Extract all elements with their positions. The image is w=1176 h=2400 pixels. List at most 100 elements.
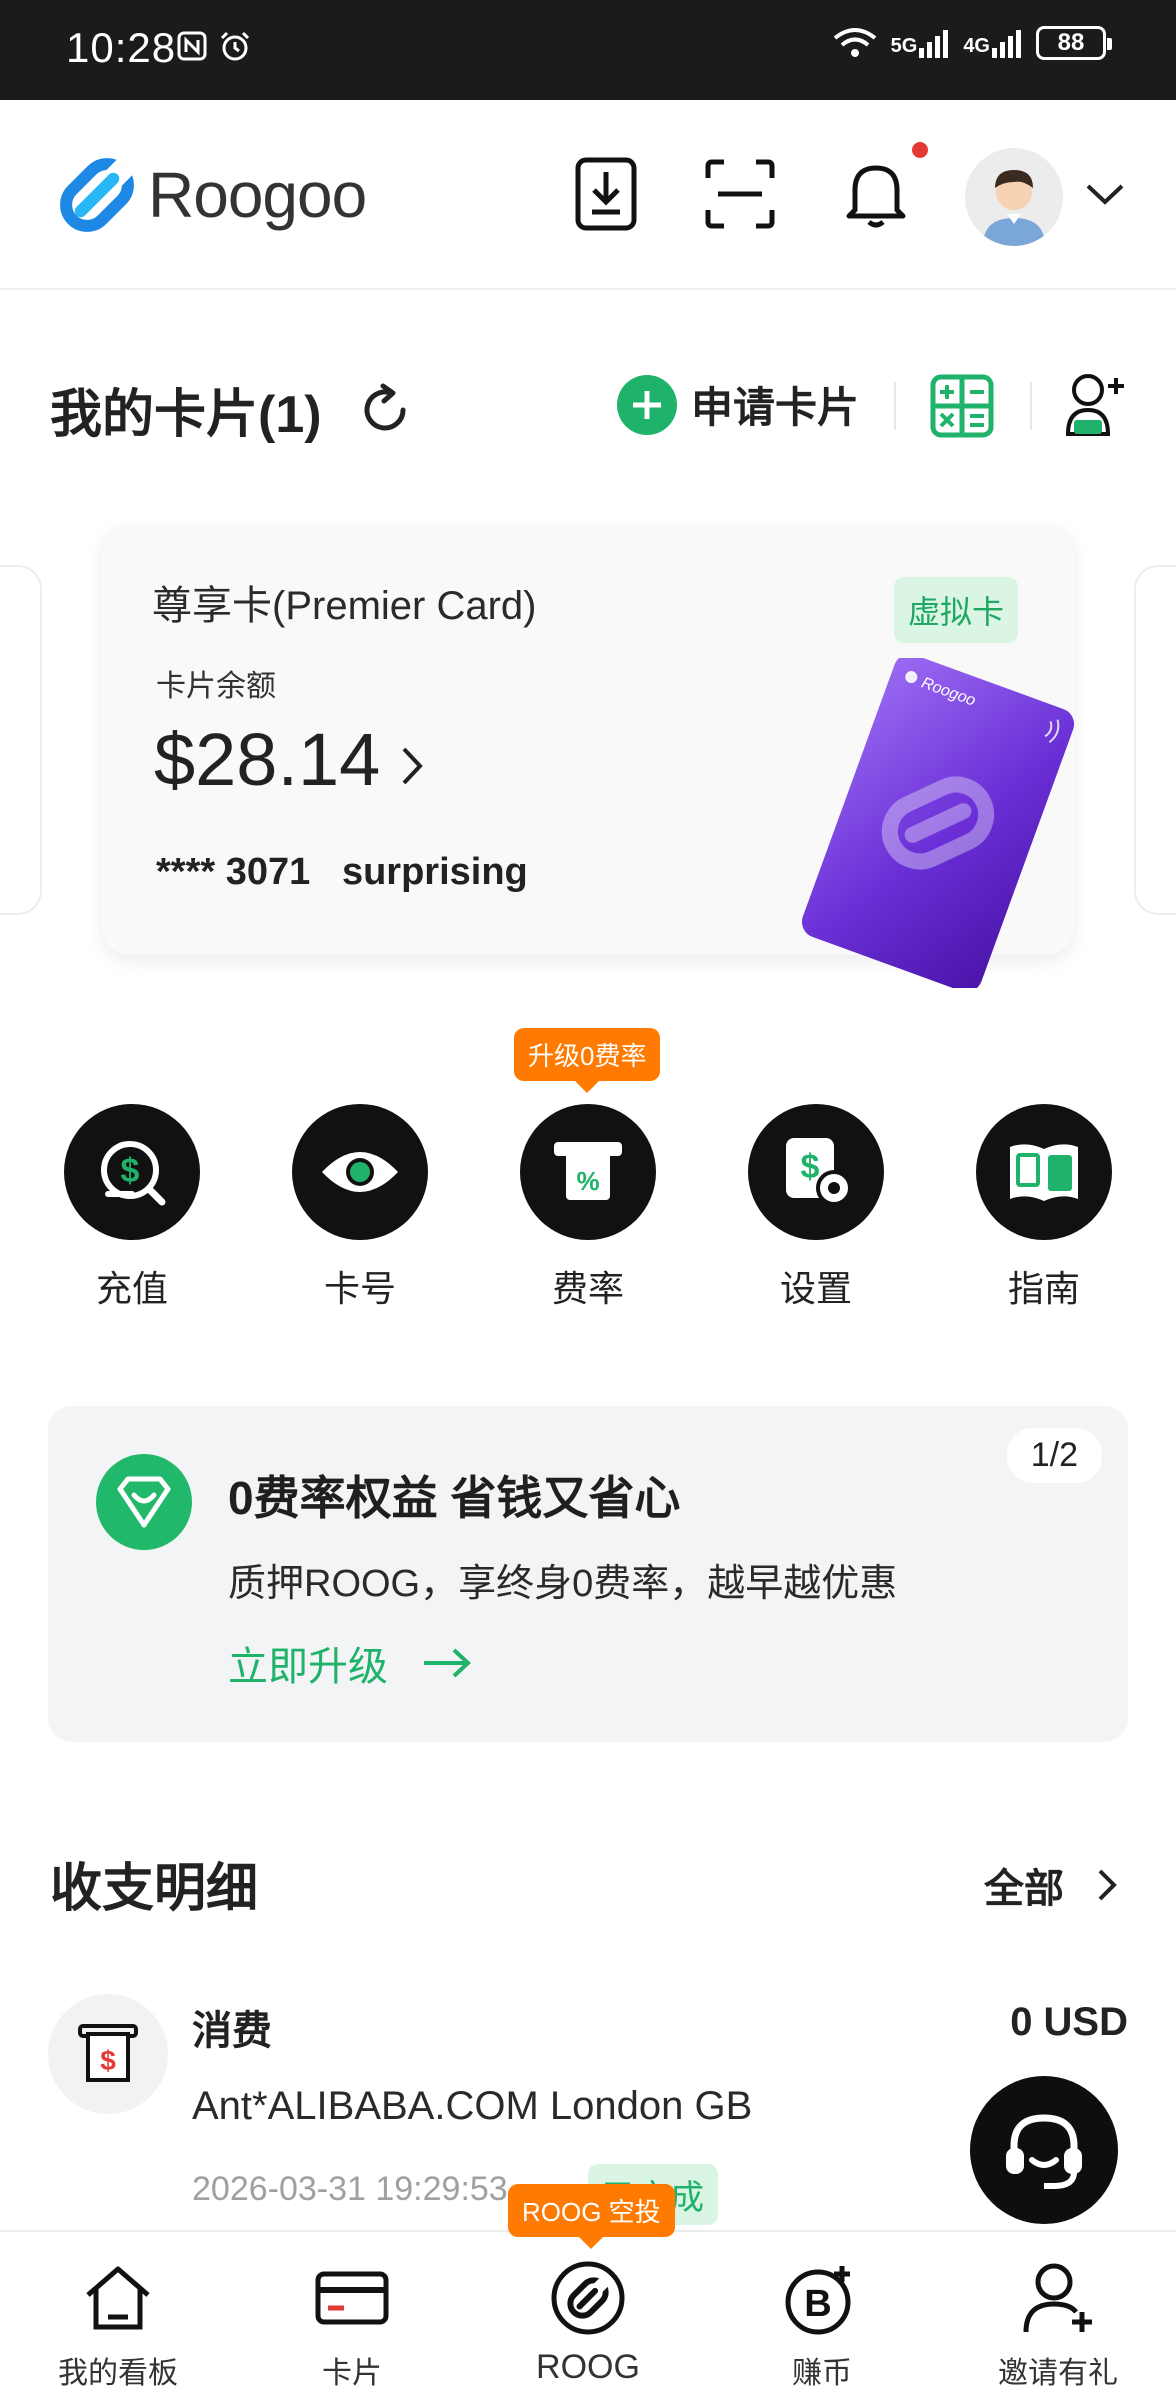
my-cards-header: 我的卡片(1) 申请卡片 xyxy=(0,350,1176,460)
card-balance[interactable]: $28.14 xyxy=(154,717,380,802)
wifi-icon xyxy=(833,28,876,57)
svg-text:$: $ xyxy=(801,1148,820,1186)
fee-percent-icon: % xyxy=(520,1104,656,1240)
promo-pager: 1/2 xyxy=(1006,1428,1102,1483)
my-cards-title: 我的卡片(1) xyxy=(50,386,322,444)
status-right-icons: 5G 4G 88 xyxy=(833,26,1112,60)
brand-logo[interactable]: Roogoo xyxy=(54,152,367,238)
nav-label: 我的看板 xyxy=(58,2357,178,2390)
plus-icon xyxy=(617,374,677,435)
nav-earn[interactable]: B 赚币 xyxy=(722,2258,922,2392)
settings-dollar-gear-icon: $ xyxy=(748,1104,884,1240)
brand-name: Roogoo xyxy=(148,159,367,231)
settings-button[interactable]: $ 设置 xyxy=(748,1104,884,1312)
card-number-row: **** 3071 surprising xyxy=(156,851,528,894)
invite-user-icon xyxy=(1023,2263,1092,2333)
transaction-amount: 0 USD xyxy=(1010,2000,1128,2044)
action-label: 卡号 xyxy=(323,1268,396,1309)
upgrade-tip-badge[interactable]: 升级0费率 xyxy=(514,1028,661,1093)
avatar[interactable] xyxy=(965,148,1063,246)
battery-indicator: 88 xyxy=(1036,26,1112,60)
nav-dashboard[interactable]: 我的看板 xyxy=(18,2258,218,2392)
transaction-merchant: Ant*ALIBABA.COM London GB xyxy=(192,2084,753,2128)
download-phone-icon xyxy=(575,157,637,231)
scan-button[interactable] xyxy=(702,156,778,232)
apply-card-button[interactable]: 申请卡片 xyxy=(617,374,859,435)
recharge-button[interactable]: $ 充值 xyxy=(64,1104,200,1312)
avatar-person-icon xyxy=(965,148,1063,246)
calculator-icon[interactable] xyxy=(930,374,994,438)
status-time: 10:28 xyxy=(66,24,177,71)
svg-text:B: B xyxy=(804,2283,831,2325)
action-label: 充值 xyxy=(95,1268,168,1309)
svg-text:$: $ xyxy=(121,1152,140,1190)
chevron-right-icon[interactable] xyxy=(394,741,430,791)
vip-badge-icon xyxy=(96,1454,192,1550)
apply-card-label: 申请卡片 xyxy=(691,384,860,431)
bell-icon xyxy=(846,165,906,228)
nfc-icon xyxy=(177,31,207,61)
chevron-down-icon[interactable] xyxy=(1082,172,1128,218)
roogoo-logo-icon xyxy=(60,158,134,232)
svg-text:%: % xyxy=(576,1166,599,1196)
notifications-button[interactable] xyxy=(838,156,914,232)
bitcoin-plus-icon: B xyxy=(785,2266,851,2335)
card-number-button[interactable]: 卡号 xyxy=(292,1104,428,1312)
add-cardholder-icon[interactable] xyxy=(1062,370,1128,440)
headset-icon xyxy=(1006,2114,1082,2189)
guide-button[interactable]: 指南 xyxy=(976,1104,1112,1312)
nav-roog[interactable]: ROOG xyxy=(488,2258,688,2387)
nav-invite[interactable]: 邀请有礼 xyxy=(958,2258,1158,2392)
nav-label: 赚币 xyxy=(792,2357,852,2390)
transaction-type: 消费 xyxy=(192,2009,272,2053)
receipt-dollar-icon: $ xyxy=(78,2024,138,2082)
roog-logo-icon xyxy=(551,2261,625,2335)
home-icon xyxy=(86,2266,150,2330)
card-name: 尊享卡(Premier Card) xyxy=(152,584,537,628)
card-icon xyxy=(315,2271,389,2325)
view-all-transactions[interactable]: 全部 xyxy=(984,1856,1120,1914)
previous-card-peek[interactable] xyxy=(0,565,42,915)
virtual-card-badge: 虚拟卡 xyxy=(894,577,1019,643)
customer-service-button[interactable] xyxy=(970,2076,1118,2224)
action-label: 指南 xyxy=(1007,1268,1080,1309)
view-all-label: 全部 xyxy=(984,1867,1064,1911)
fee-rate-button[interactable]: % 费率 xyxy=(520,1104,656,1312)
alarm-icon xyxy=(220,31,250,61)
roog-airdrop-badge[interactable]: ROOG 空投 xyxy=(508,2184,675,2249)
transaction-type-icon: $ xyxy=(48,1994,168,2114)
eye-icon xyxy=(292,1104,428,1240)
nav-label: 邀请有礼 xyxy=(998,2357,1118,2390)
svg-text:$: $ xyxy=(100,2045,116,2076)
transaction-time: 2026-03-31 19:29:53 xyxy=(192,2170,508,2208)
nav-cards[interactable]: 卡片 xyxy=(252,2258,452,2392)
balance-label: 卡片余额 xyxy=(156,670,276,703)
arrow-right-icon xyxy=(424,1648,471,1678)
divider xyxy=(1030,382,1032,430)
app-header: Roogoo xyxy=(0,100,1176,290)
next-card-peek[interactable] xyxy=(1134,565,1176,915)
bottom-navigation: 我的看板 卡片 ROOG B 赚币 邀请有礼 xyxy=(0,2230,1176,2400)
signal-5g: 5G xyxy=(891,28,950,58)
download-app-button[interactable] xyxy=(568,156,644,232)
promo-description: 质押ROOG，享终身0费率，越早越优惠 xyxy=(228,1563,898,1605)
action-label: 费率 xyxy=(551,1268,624,1309)
action-label: 设置 xyxy=(779,1268,852,1309)
upgrade-now-link[interactable]: 立即升级 xyxy=(228,1634,472,1692)
refresh-icon[interactable] xyxy=(355,380,415,440)
card-image: Roogoo xyxy=(798,654,1078,993)
nav-label: ROOG xyxy=(536,2348,640,2386)
recharge-dollar-icon: $ xyxy=(64,1104,200,1240)
promo-banner[interactable]: 0费率权益 省钱又省心 质押ROOG，享终身0费率，越早越优惠 立即升级 1/2 xyxy=(48,1406,1128,1742)
nav-label: 卡片 xyxy=(322,2357,382,2390)
guide-book-icon xyxy=(976,1104,1112,1240)
card-nickname: surprising xyxy=(341,851,528,893)
divider xyxy=(894,382,896,430)
card-number: **** 3071 xyxy=(156,851,311,893)
signal-4g: 4G xyxy=(963,28,1022,58)
chevron-right-icon xyxy=(1098,1869,1117,1901)
scan-icon xyxy=(705,159,775,229)
promo-title: 0费率权益 省钱又省心 xyxy=(228,1472,681,1524)
status-bar: 10:28 5G 4G 88 xyxy=(0,0,1176,100)
upgrade-now-label: 立即升级 xyxy=(228,1645,388,1689)
